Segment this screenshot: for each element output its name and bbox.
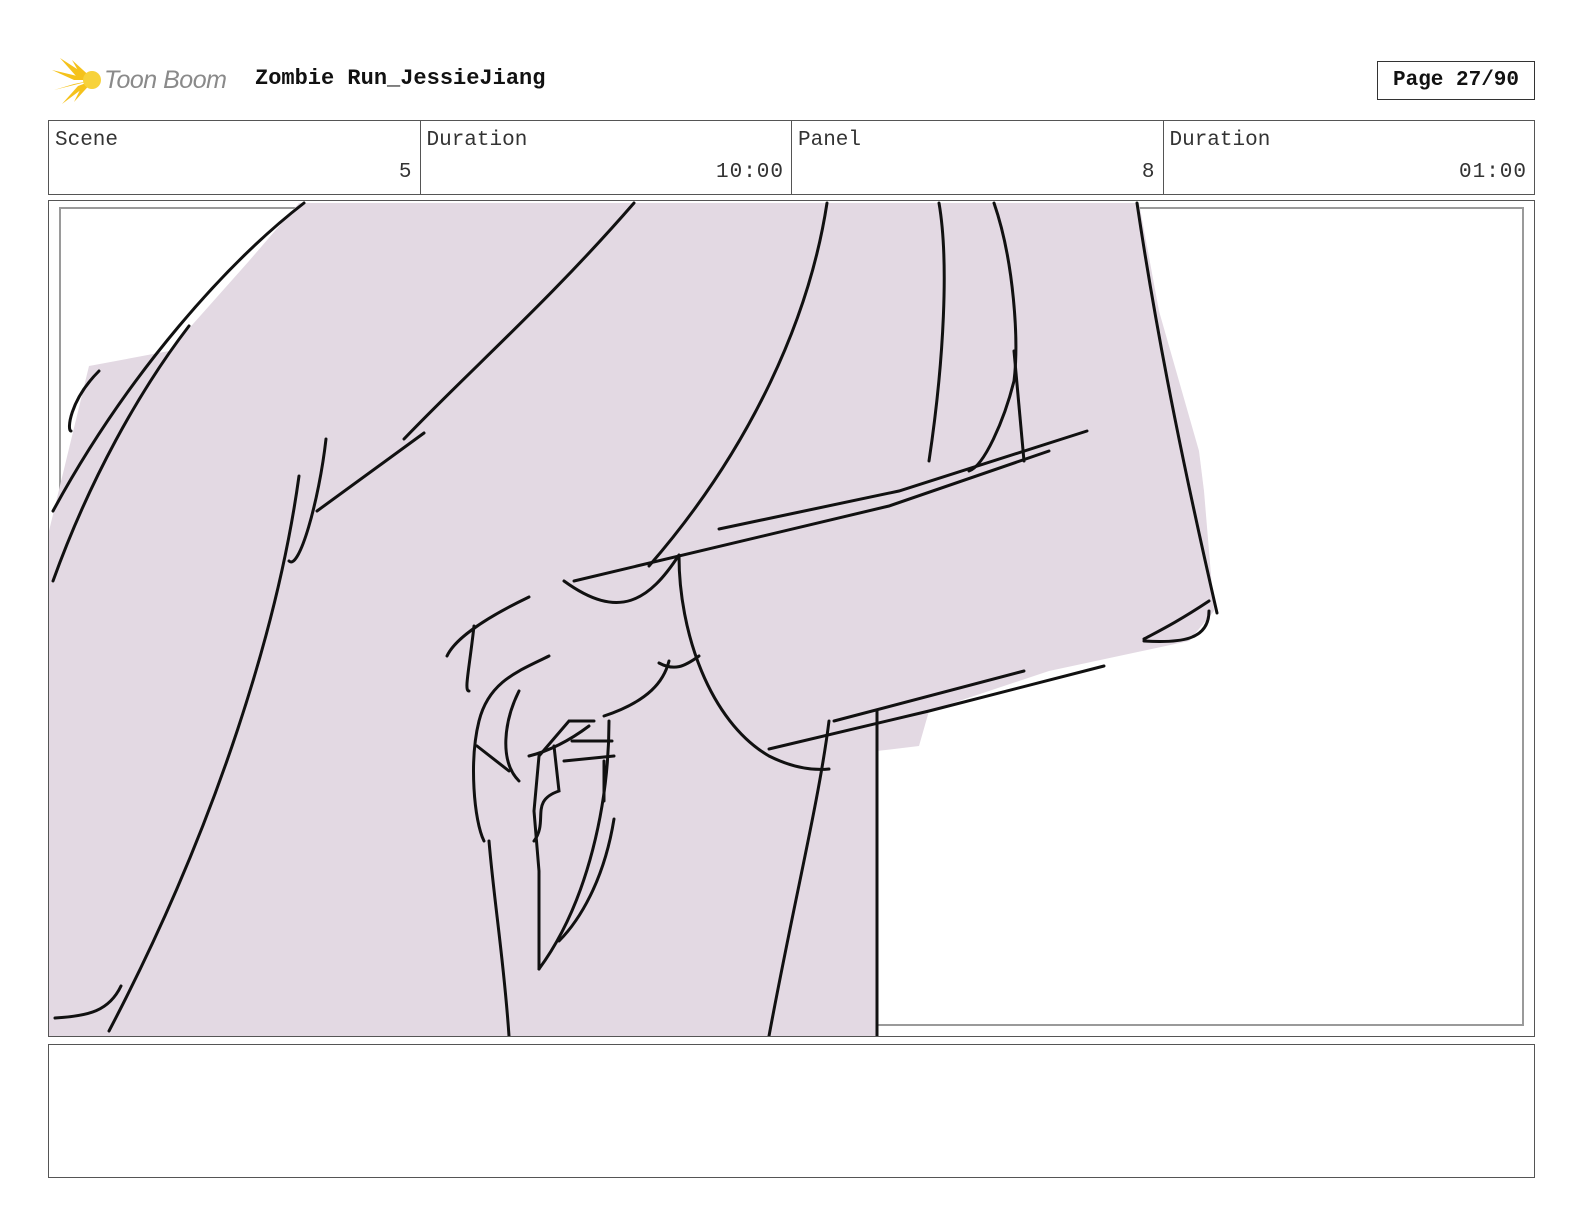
toon-boom-logo: Toon Boom (50, 56, 240, 106)
panel-duration-cell: Duration 01:00 (1164, 121, 1535, 194)
scene-info-table: Scene 5 Duration 10:00 Panel 8 Duration … (48, 120, 1535, 195)
sketch-fill (49, 203, 1214, 1036)
scene-duration-value: 10:00 (715, 161, 784, 184)
starburst-icon (52, 58, 101, 104)
panel-duration-label: Duration (1169, 129, 1271, 152)
panel-label: Panel (798, 129, 862, 152)
panel-notes (48, 1044, 1535, 1178)
scene-duration-cell: Duration 10:00 (421, 121, 792, 194)
panel-value: 8 (1141, 161, 1156, 184)
scene-cell: Scene 5 (49, 121, 421, 194)
panel-cell: Panel 8 (792, 121, 1164, 194)
scene-label: Scene (55, 129, 119, 152)
scene-value: 5 (398, 161, 413, 184)
project-title: Zombie Run_JessieJiang (255, 66, 546, 91)
logo-text: Toon Boom (104, 66, 227, 94)
page-indicator: Page 27/90 (1377, 61, 1535, 100)
panel-sketch (49, 201, 1524, 1036)
panel-duration-value: 01:00 (1458, 161, 1527, 184)
scene-duration-label: Duration (426, 129, 528, 152)
storyboard-panel (48, 200, 1535, 1037)
